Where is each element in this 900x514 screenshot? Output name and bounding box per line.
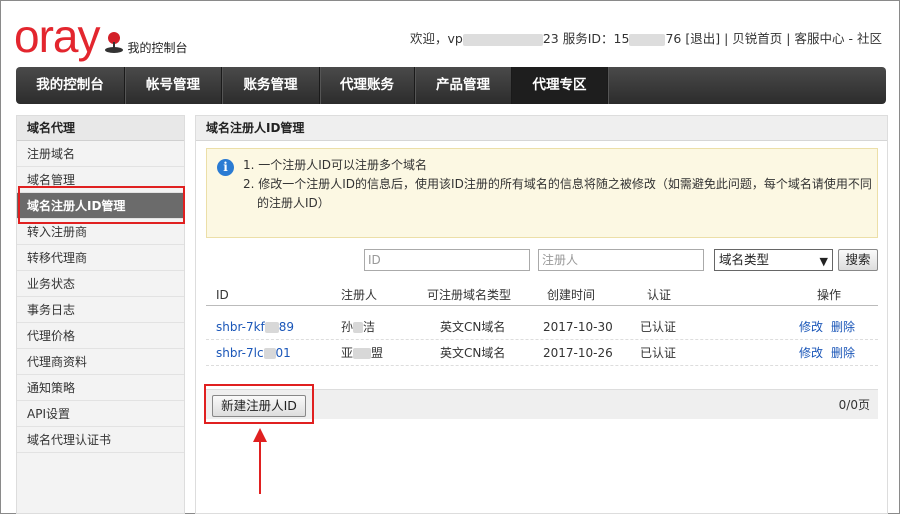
verified-status: 已认证: [640, 346, 677, 360]
sidebar-item-certificate[interactable]: 域名代理认证书: [17, 427, 184, 453]
brand-logo[interactable]: oray 我的控制台: [14, 10, 188, 62]
oray-logo: oray: [14, 10, 100, 62]
dash-separator: -: [848, 31, 853, 46]
sidebar: 域名代理 注册域名 域名管理 域名注册人ID管理 转入注册商 转移代理商 业务状…: [16, 115, 185, 514]
joystick-icon: [103, 32, 125, 54]
home-link[interactable]: 贝锐首页: [732, 31, 782, 46]
domain-type-selected: 域名类型: [719, 252, 770, 267]
verified-status: 已认证: [640, 320, 677, 334]
community-link[interactable]: 社区: [857, 31, 882, 46]
username-suffix: 23: [542, 31, 559, 46]
col-verified: 认证: [647, 288, 672, 302]
table-row: shbr-7kf 89 孙洁 英文CN域名 2017-10-30 已认证 修改 删…: [206, 314, 878, 340]
col-id: ID: [216, 288, 229, 302]
registrant-id-link[interactable]: shbr-7lc 01: [216, 340, 291, 366]
nav-item-console[interactable]: 我的控制台: [16, 67, 125, 104]
nav-item-agent-billing[interactable]: 代理账务: [320, 67, 415, 104]
notice-line-2-cont: 的注册人ID）: [257, 196, 330, 210]
notice-line-2: 2. 修改一个注册人ID的信息后，使用该ID注册的所有域名的信息将随之被修改（如…: [243, 177, 872, 191]
service-id-suffix: 76: [665, 31, 682, 46]
main-panel: 域名注册人ID管理 i 1. 一个注册人ID可以注册多个域名 2. 修改一个注册…: [195, 115, 888, 514]
delete-link[interactable]: 删除: [831, 340, 855, 366]
edit-link[interactable]: 修改: [799, 340, 823, 366]
registrant-table: ID 注册人 可注册域名类型 创建时间 认证 操作 shbr-7kf 89 孙洁 …: [206, 284, 878, 366]
support-link[interactable]: 客服中心: [794, 31, 844, 46]
col-created: 创建时间: [547, 288, 596, 302]
sidebar-item-api-settings[interactable]: API设置: [17, 401, 184, 427]
nav-item-billing[interactable]: 账务管理: [222, 67, 320, 104]
highlight-box-new-button: [204, 384, 314, 424]
sidebar-item-agent-price[interactable]: 代理价格: [17, 323, 184, 349]
info-icon: i: [217, 159, 234, 176]
sidebar-item-register-domain[interactable]: 注册域名: [17, 141, 184, 167]
redacted-service-id: [629, 33, 666, 46]
nav-item-account[interactable]: 帐号管理: [125, 67, 222, 104]
created-date: 2017-10-26: [543, 346, 613, 360]
main-nav: 我的控制台 帐号管理 账务管理 代理账务 产品管理 代理专区: [16, 67, 886, 104]
col-domain-types: 可注册域名类型: [427, 288, 512, 302]
notice-line-1: 1. 一个注册人ID可以注册多个域名: [243, 158, 428, 172]
sidebar-item-notification-policy[interactable]: 通知策略: [17, 375, 184, 401]
table-row: shbr-7lc 01 亚盟 英文CN域名 2017-10-26 已认证 修改 删…: [206, 340, 878, 366]
chevron-down-icon: ▼: [819, 255, 828, 268]
nav-item-products[interactable]: 产品管理: [415, 67, 512, 104]
delete-link[interactable]: 删除: [831, 314, 855, 340]
sidebar-item-agent-profile[interactable]: 代理商资料: [17, 349, 184, 375]
info-notice: i 1. 一个注册人ID可以注册多个域名 2. 修改一个注册人ID的信息后，使用…: [206, 148, 878, 238]
redacted-username: [462, 33, 543, 46]
registrant-name: 孙洁: [341, 320, 376, 334]
sidebar-title: 域名代理: [17, 116, 184, 141]
pagination-info: 0/0页: [838, 398, 870, 412]
table-header: ID 注册人 可注册域名类型 创建时间 认证 操作: [206, 284, 878, 306]
registrant-id-link[interactable]: shbr-7kf 89: [216, 314, 294, 340]
nav-item-agent-zone[interactable]: 代理专区: [512, 67, 608, 104]
edit-link[interactable]: 修改: [799, 314, 823, 340]
registrant-name: 亚盟: [341, 346, 384, 360]
id-search-input[interactable]: ID: [364, 249, 530, 271]
annotation-arrow-shaft: [259, 440, 261, 494]
col-actions: 操作: [817, 288, 842, 302]
domain-type: 英文CN域名: [440, 346, 506, 360]
highlight-box-sidebar: [18, 186, 185, 224]
user-topbar: 欢迎，vp 23 服务ID：15 76 [退出] | 贝锐首页 | 客服中心 - 社…: [410, 28, 882, 47]
separator: |: [724, 31, 729, 46]
service-id-label: 服务ID：15: [562, 31, 630, 46]
search-button[interactable]: 搜索: [838, 249, 878, 271]
page-title: 域名注册人ID管理: [196, 116, 887, 141]
logout-link[interactable]: [退出]: [685, 31, 720, 46]
sidebar-item-transfer-agent[interactable]: 转移代理商: [17, 245, 184, 271]
sidebar-item-business-status[interactable]: 业务状态: [17, 271, 184, 297]
console-label: 我的控制台: [127, 41, 188, 55]
search-bar: ID 注册人 域名类型 ▼ 搜索: [196, 249, 889, 273]
separator: |: [786, 31, 791, 46]
col-registrant: 注册人: [341, 288, 378, 302]
sidebar-item-event-log[interactable]: 事务日志: [17, 297, 184, 323]
created-date: 2017-10-30: [543, 320, 613, 334]
domain-type: 英文CN域名: [440, 320, 506, 334]
registrant-search-input[interactable]: 注册人: [538, 249, 704, 271]
domain-type-select[interactable]: 域名类型 ▼: [714, 249, 833, 271]
welcome-text: 欢迎，vp: [409, 31, 463, 46]
